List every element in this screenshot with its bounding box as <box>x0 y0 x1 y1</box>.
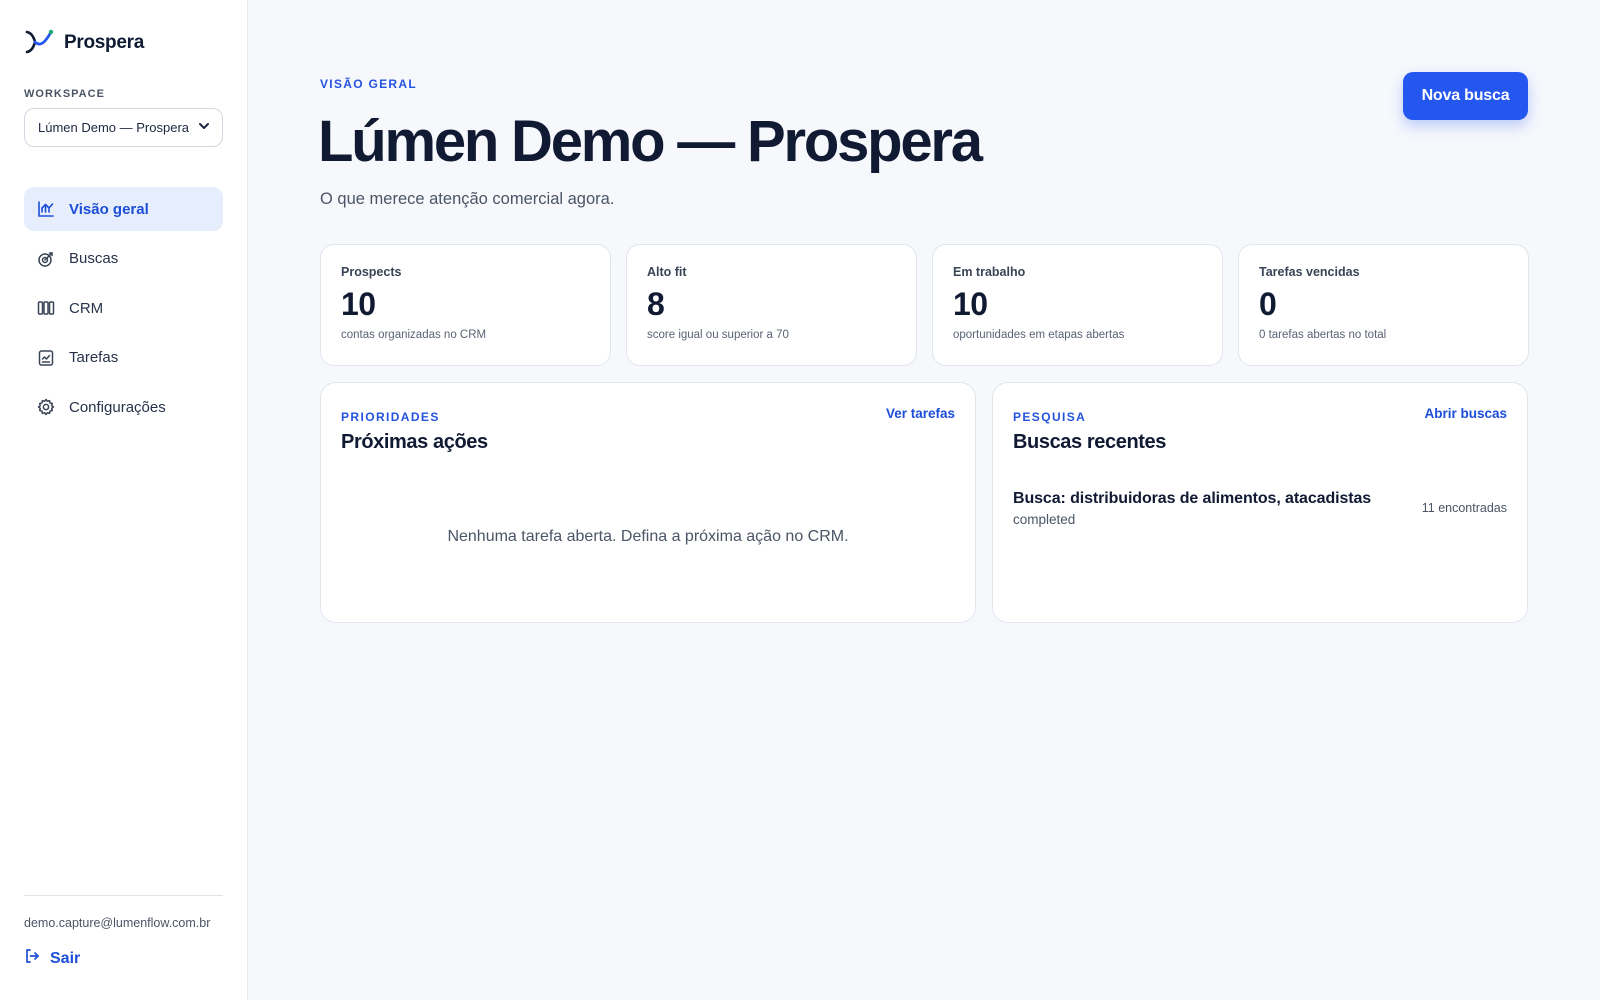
nav-item-buscas[interactable]: Buscas <box>24 237 223 281</box>
search-list-item[interactable]: Busca: distribuidoras de alimentos, atac… <box>1013 490 1507 527</box>
sidebar-divider <box>24 895 223 896</box>
prospera-logo-icon <box>24 27 54 60</box>
open-searches-link[interactable]: Abrir buscas <box>1424 406 1507 421</box>
nav-item-label: CRM <box>69 299 104 317</box>
stat-card-prospects: Prospects 10 contas organizadas no CRM <box>320 244 611 366</box>
stat-note: score igual ou superior a 70 <box>647 329 789 341</box>
gear-icon <box>37 398 55 416</box>
workspace-label: WORKSPACE <box>24 88 105 100</box>
stat-label: Alto fit <box>647 265 687 279</box>
kanban-icon <box>37 299 55 317</box>
stat-note: contas organizadas no CRM <box>341 329 487 341</box>
target-icon <box>37 250 55 268</box>
main-nav: Visão geral Buscas CRM Tarefas Configura… <box>24 187 223 435</box>
workspace-select[interactable]: Lúmen Demo — Prospera <box>24 108 223 147</box>
new-search-button[interactable]: Nova busca <box>1403 72 1528 120</box>
chevron-down-icon <box>198 120 210 135</box>
page-subtitle: O que merece atenção comercial agora. <box>320 190 615 208</box>
brand-name: Prospera <box>64 32 144 53</box>
logout-button[interactable]: Sair <box>24 948 80 969</box>
empty-state-text: Nenhuma tarefa aberta. Defina a próxima … <box>447 528 849 545</box>
nav-item-label: Buscas <box>69 250 119 267</box>
page-title: Lúmen Demo — Prospera <box>318 109 983 174</box>
stat-label: Em trabalho <box>953 265 1026 279</box>
user-email: demo.capture@lumenflow.com.br <box>24 916 211 930</box>
nav-item-label: Configurações <box>69 398 166 416</box>
workspace-selected-value: Lúmen Demo — Prospera <box>38 120 190 135</box>
chart-icon <box>37 200 55 218</box>
view-tasks-link[interactable]: Ver tarefas <box>886 406 955 421</box>
nav-item-label: Tarefas <box>69 349 119 366</box>
panel-title: Buscas recentes <box>1013 431 1166 453</box>
stat-card-tarefas-vencidas: Tarefas vencidas 0 0 tarefas abertas no … <box>1238 244 1529 366</box>
recent-searches-panel: PESQUISA Buscas recentes Abrir buscas Bu… <box>992 382 1528 623</box>
stat-value: 10 <box>953 286 988 322</box>
logout-label: Sair <box>50 949 81 967</box>
stat-value: 8 <box>647 286 665 322</box>
search-result-count: 11 encontradas <box>1421 501 1507 515</box>
stat-label: Prospects <box>341 265 402 279</box>
panel-title: Próximas ações <box>341 431 488 453</box>
priorities-panel: PRIORIDADES Próximas ações Ver tarefas N… <box>320 382 976 623</box>
stat-label: Tarefas vencidas <box>1259 265 1360 279</box>
panel-eyebrow: PRIORIDADES <box>341 410 440 424</box>
clipboard-icon <box>37 349 55 367</box>
nav-item-crm[interactable]: CRM <box>24 286 223 330</box>
stat-note: 0 tarefas abertas no total <box>1259 329 1387 341</box>
sidebar: Prospera WORKSPACE Lúmen Demo — Prospera… <box>0 0 248 1000</box>
panel-eyebrow: PESQUISA <box>1013 410 1087 424</box>
stat-value: 10 <box>341 286 376 322</box>
page-eyebrow: VISÃO GERAL <box>320 77 417 91</box>
stat-card-em-trabalho: Em trabalho 10 oportunidades em etapas a… <box>932 244 1223 366</box>
stat-value: 0 <box>1259 286 1277 322</box>
nav-item-visao-geral[interactable]: Visão geral <box>24 187 223 231</box>
brand[interactable]: Prospera <box>24 28 144 58</box>
stat-card-alto-fit: Alto fit 8 score igual ou superior a 70 <box>626 244 917 366</box>
stat-note: oportunidades em etapas abertas <box>953 329 1125 341</box>
nav-item-label: Visão geral <box>69 200 149 218</box>
nav-item-configuracoes[interactable]: Configurações <box>24 385 223 429</box>
logout-icon <box>24 948 40 969</box>
nav-item-tarefas[interactable]: Tarefas <box>24 336 223 380</box>
